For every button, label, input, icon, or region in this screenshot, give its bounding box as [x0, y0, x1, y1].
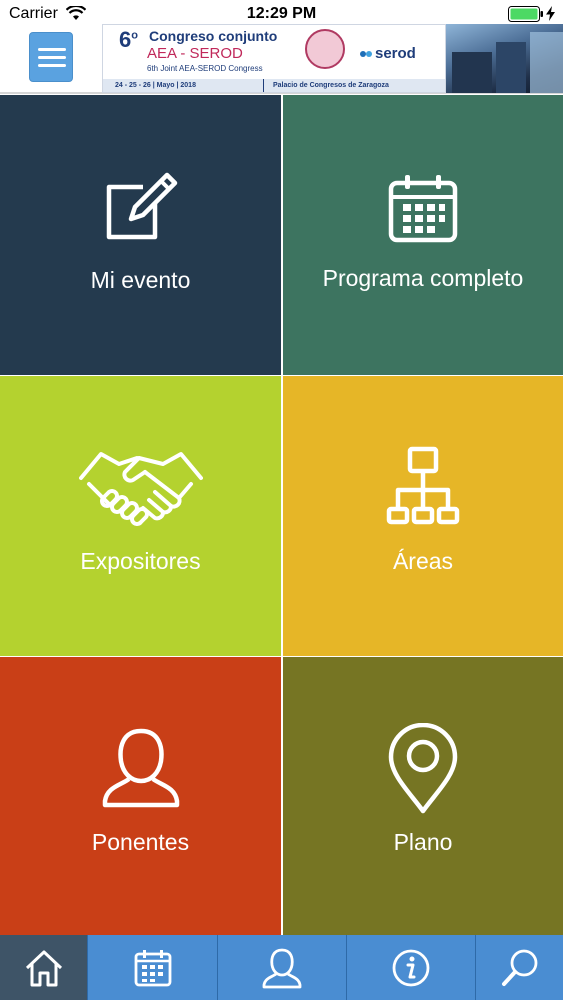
- banner-separator: [263, 79, 264, 92]
- user-icon: [102, 728, 179, 808]
- edit-icon: [106, 172, 177, 240]
- tab-search[interactable]: [476, 935, 563, 1000]
- banner-title: Congreso conjunto: [149, 28, 278, 44]
- aea-logo: [305, 29, 345, 69]
- search-icon: [501, 949, 537, 986]
- tab-speakers[interactable]: [218, 935, 347, 1000]
- tile-areas[interactable]: Áreas: [283, 376, 563, 656]
- banner-venue: Palacio de Congresos de Zaragoza: [273, 82, 389, 89]
- info-icon: [392, 949, 430, 986]
- tab-info[interactable]: [347, 935, 476, 1000]
- clock: 12:29 PM: [246, 5, 317, 22]
- banner-edition: 6o: [119, 27, 138, 52]
- tab-home[interactable]: [0, 935, 88, 1000]
- calendar-icon: [134, 949, 171, 986]
- banner-joint: 6th Joint AEA-SEROD Congress: [147, 64, 263, 73]
- tab-bar: [0, 935, 563, 1000]
- sitemap-icon: [386, 446, 460, 525]
- home-icon: [25, 950, 62, 986]
- user-icon: [262, 948, 302, 988]
- tile-label: Ponentes: [91, 829, 190, 855]
- tile-ponentes[interactable]: Ponentes: [0, 657, 281, 935]
- tab-calendar[interactable]: [88, 935, 218, 1000]
- banner-photo: [446, 24, 563, 93]
- serod-logo-text: serod: [375, 45, 416, 62]
- serod-logo-icon: [360, 51, 372, 57]
- tile-expositores[interactable]: Expositores: [0, 376, 281, 656]
- tile-programa-completo[interactable]: Programa completo: [283, 95, 563, 375]
- tile-label: Expositores: [80, 548, 201, 574]
- tile-label: Programa completo: [322, 265, 524, 291]
- banner-dates: 24 - 25 - 26 | Mayo | 2018: [115, 82, 196, 89]
- charging-icon: [546, 6, 555, 26]
- handshake-icon: [78, 452, 203, 526]
- map-pin-icon: [388, 723, 458, 814]
- tile-label: Áreas: [392, 548, 454, 574]
- tile-label: Plano: [393, 829, 453, 855]
- calendar-icon: [388, 175, 458, 243]
- tile-mi-evento[interactable]: Mi evento: [0, 95, 281, 375]
- banner-subtitle-aea: AEA - SEROD: [147, 45, 243, 62]
- tile-plano[interactable]: Plano: [283, 657, 563, 935]
- tile-label: Mi evento: [90, 267, 191, 293]
- menu-button[interactable]: [29, 32, 73, 82]
- congress-banner[interactable]: 6o Congreso conjunto AEA - SEROD 6th Joi…: [102, 24, 446, 93]
